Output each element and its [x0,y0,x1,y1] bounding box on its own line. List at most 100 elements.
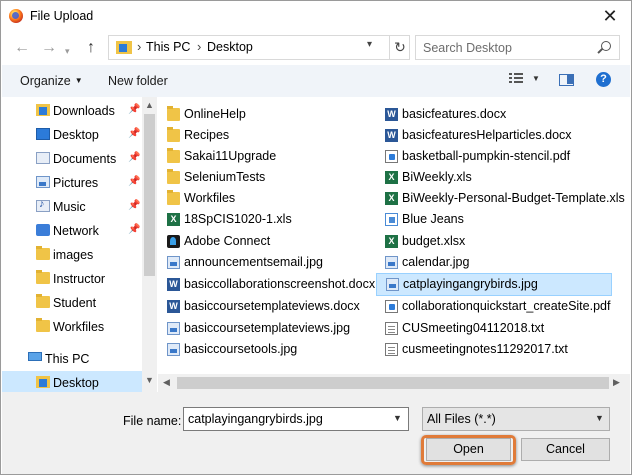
nav-scrollbar[interactable]: ▲ ▼ [142,97,157,392]
scrollbar-thumb[interactable] [144,114,155,276]
list-item[interactable]: W basicfeaturesHelparticles.docx [376,125,612,146]
list-item[interactable]: CUSmeeting04112018.txt [376,318,612,339]
chevron-down-icon[interactable]: ▼ [595,413,604,423]
breadcrumb-chevron-icon[interactable]: › [137,39,141,54]
list-item[interactable]: X 18SpCIS1020-1.xls [158,209,376,230]
list-item[interactable]: basiccoursetemplateviews.jpg [158,318,376,339]
list-item[interactable]: calendar.jpg [376,252,612,273]
cancel-button[interactable]: Cancel [521,438,610,461]
documents-icon [36,152,50,164]
list-item[interactable]: W basiccollaborationscreenshot.docx [158,274,376,295]
pin-icon[interactable]: 📌 [128,200,140,211]
file-name: basketball-pumpkin-stencil.pdf [402,149,571,163]
file-type-select[interactable]: All Files (*.*) ▼ [422,407,610,431]
list-item[interactable]: Sakai11Upgrade [158,146,376,167]
nav-item-this-pc[interactable]: This PC [2,347,142,370]
list-item[interactable]: OnlineHelp [158,104,376,125]
file-name-input[interactable]: catplayingangrybirds.jpg ▼ [183,407,409,431]
list-item[interactable]: SeleniumTests [158,167,376,188]
file-list: OnlineHelp Recipes Sakai11Upgrade Seleni… [158,97,630,374]
list-item[interactable]: collaborationquickstart_createSite.pdf [376,296,612,317]
file-upload-dialog: File Upload ✕ ← → ▾ ↑ › This PC › Deskto… [0,0,632,475]
back-arrow-icon[interactable]: ← [14,39,30,57]
file-name: Sakai11Upgrade [184,149,277,163]
refresh-icon[interactable]: ↻ [389,35,410,60]
close-button[interactable]: ✕ [597,4,623,28]
pin-icon[interactable]: 📌 [128,176,140,187]
scroll-left-icon[interactable]: ◀ [163,377,170,388]
view-dropdown-icon[interactable]: ▼ [532,74,540,83]
list-item[interactable]: cusmeetingnotes11292017.txt [376,339,612,360]
file-list-scrollbar[interactable]: ◀ ▶ [158,374,630,392]
file-name: CUSmeeting04112018.txt [402,321,545,335]
list-item[interactable]: W basicfeatures.docx [376,104,612,125]
image-file-icon [167,256,180,269]
excel-icon: X [167,213,180,226]
file-name: basiccoursetools.jpg [184,342,298,356]
pin-icon[interactable]: 📌 [128,152,140,163]
list-item[interactable]: X BiWeekly.xls [376,167,612,188]
nav-item-workfiles[interactable]: Workfiles [2,315,142,338]
file-name: 18SpCIS1020-1.xls [184,212,292,226]
nav-item-images[interactable]: images [2,243,142,266]
scroll-down-icon[interactable]: ▼ [145,375,154,385]
list-item[interactable]: Blue Jeans [376,209,612,230]
file-name: cusmeetingnotes11292017.txt [402,342,568,356]
address-dropdown-icon[interactable]: ▾ [367,39,372,50]
organize-button[interactable]: Organize ▼ [20,74,83,88]
scrollbar-thumb[interactable] [177,377,609,389]
nav-item-music[interactable]: Music 📌 [2,195,142,218]
list-item[interactable]: W basiccoursetemplateviews.docx [158,296,376,317]
list-item[interactable]: basiccoursetools.jpg [158,339,376,360]
list-item[interactable]: announcementsemail.jpg [158,252,376,273]
nav-item-student[interactable]: Student [2,291,142,314]
search-box[interactable]: Search Desktop [415,35,620,60]
scroll-right-icon[interactable]: ▶ [613,377,620,388]
recent-locations-icon[interactable]: ▾ [65,42,70,60]
preview-pane-icon[interactable] [559,74,574,86]
breadcrumb-chevron-icon[interactable]: › [197,39,201,54]
bottom-panel: File name: catplayingangrybirds.jpg ▼ Al… [2,392,630,474]
network-icon [36,224,50,236]
search-icon[interactable] [601,41,611,51]
nav-item-downloads[interactable]: Downloads 📌 [2,99,142,122]
pin-icon[interactable]: 📌 [128,224,140,235]
folder-icon [36,270,50,284]
pin-icon[interactable]: 📌 [128,104,140,115]
list-item[interactable]: Adobe Connect [158,231,376,252]
nav-item-label: Desktop [53,128,99,142]
up-arrow-icon[interactable]: ↑ [87,39,95,57]
nav-item-documents[interactable]: Documents 📌 [2,147,142,170]
breadcrumb-this-pc[interactable]: This PC [146,40,190,54]
list-item-selected[interactable]: catplayingangrybirds.jpg [376,273,612,296]
file-name: basiccoursetemplateviews.docx [184,299,360,313]
scroll-up-icon[interactable]: ▲ [145,100,154,110]
new-folder-button[interactable]: New folder [108,74,168,88]
list-item[interactable]: X BiWeekly-Personal-Budget-Template.xls [376,188,625,209]
nav-item-network[interactable]: Network 📌 [2,219,142,242]
address-bar[interactable]: › This PC › Desktop [108,35,410,60]
list-item[interactable]: Workfiles [158,188,376,209]
title-bar: File Upload ✕ [1,1,631,32]
list-item[interactable]: Recipes [158,125,376,146]
help-icon[interactable]: ? [596,72,611,87]
file-name: basicfeatures.docx [402,107,507,121]
breadcrumb-desktop[interactable]: Desktop [207,40,253,54]
nav-item-pictures[interactable]: Pictures 📌 [2,171,142,194]
nav-item-label: Instructor [53,272,106,286]
view-options-icon[interactable] [509,72,523,86]
file-type-value: All Files (*.*) [427,412,496,426]
forward-arrow-icon[interactable]: → [41,39,57,57]
chevron-down-icon[interactable]: ▼ [393,413,402,423]
search-placeholder: Search Desktop [423,41,512,55]
list-item[interactable]: X budget.xlsx [376,231,612,252]
nav-item-label: Network [53,224,99,238]
pdf-icon [385,150,398,163]
nav-item-desktop-selected[interactable]: Desktop [2,371,142,392]
pin-icon[interactable]: 📌 [128,128,140,139]
nav-item-label: Downloads [53,104,115,118]
nav-item-desktop[interactable]: Desktop 📌 [2,123,142,146]
list-item[interactable]: basketball-pumpkin-stencil.pdf [376,146,612,167]
excel-icon: X [385,171,398,184]
nav-item-instructor[interactable]: Instructor [2,267,142,290]
